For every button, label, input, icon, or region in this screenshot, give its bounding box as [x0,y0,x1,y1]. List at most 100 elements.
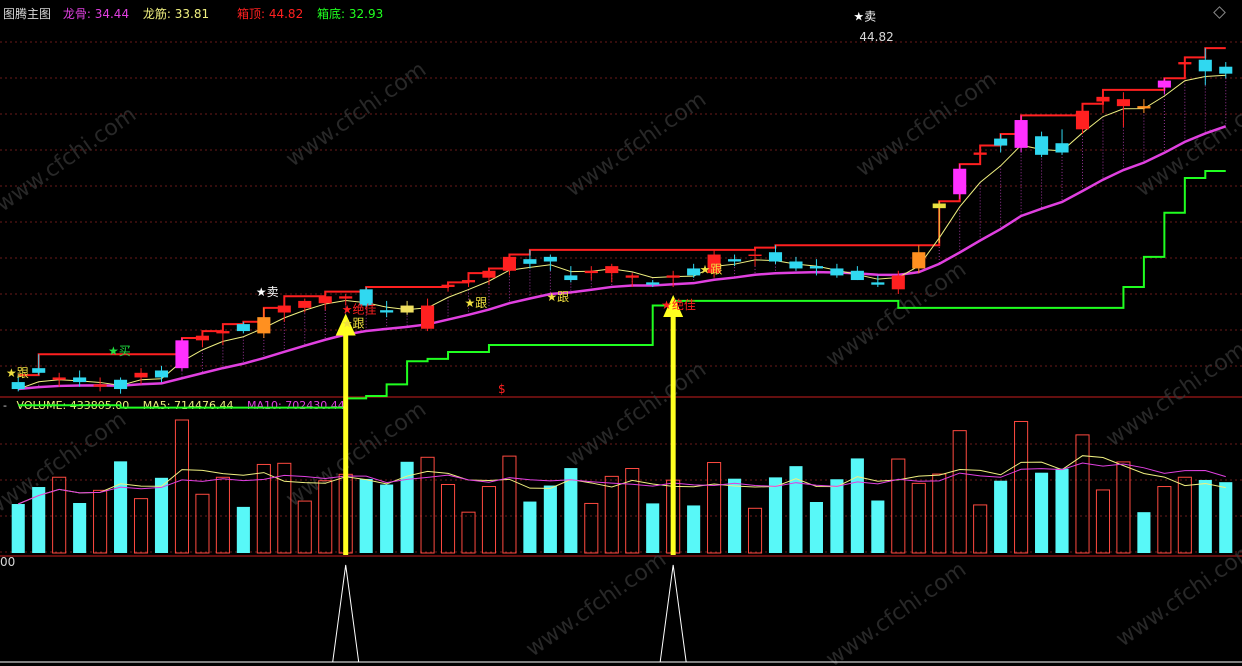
candle-body [32,368,46,373]
signal-label-gen: ★跟 [465,296,488,310]
volume-bar [359,478,373,553]
volume-bar [215,476,230,554]
volume-bar [174,419,190,554]
candle-body [380,310,394,313]
candle [482,268,496,285]
candle [195,331,209,348]
candle-body [687,268,701,276]
candle-body [318,296,332,304]
candle [1137,99,1151,114]
candle [1096,89,1110,114]
signal-spike [659,564,687,663]
volume-scale-label: 00 [0,555,15,569]
candle-body [421,305,435,329]
candle [400,300,414,315]
volume-bar [994,480,1008,553]
candle [298,298,312,313]
volume-bar [523,501,537,553]
candle-body [1198,59,1212,72]
signal-label-jue: ★绝佳 [661,297,696,312]
volume-bar [1177,476,1192,554]
volume-bar [440,483,456,554]
volume-bar [195,493,210,554]
candle [1178,57,1192,72]
signal-label-mai: ★买 [108,344,131,358]
candle [1014,115,1028,153]
candle-body [236,324,250,332]
volume-bar [891,458,906,554]
watermark-text: www.cfchi.com [282,57,431,172]
candle-body [216,331,230,334]
watermark-text: www.cfchi.com [1102,337,1242,452]
candle [154,365,169,383]
volume-bar [932,473,947,554]
candle [543,254,557,271]
candle [114,377,128,394]
watermark-text: www.cfchi.com [0,102,141,217]
candle [1035,131,1049,158]
candle [871,275,885,288]
volume-bar [461,511,476,554]
candle [523,249,537,269]
volume-bar [604,475,619,554]
volume-bar [1095,489,1111,554]
candle [1116,92,1130,127]
signal-label-top-price: 44.82 [859,30,893,44]
volume-bar [871,500,885,553]
volume-bar [850,458,864,553]
volume-bar [973,504,988,554]
candle-body [73,377,87,383]
candle-body [584,270,598,274]
candle-body [625,275,639,278]
candle-body [134,372,148,378]
candle [953,164,967,199]
watermark-text: www.cfchi.com [562,357,711,472]
volume-bar [1137,512,1151,553]
candle-body [298,300,312,308]
candle-body [461,280,476,283]
candle [257,307,271,339]
candle [789,256,803,271]
volume-bar [1198,479,1212,553]
candle-body [257,317,271,334]
candle-body [441,284,455,288]
volume-bar [584,502,599,554]
candle-body [400,305,414,313]
longjin-line [18,74,1226,390]
candle [134,368,148,385]
candle-body [871,282,885,285]
signal-label-jue: ★绝佳 [342,302,377,317]
candle-body [1014,120,1028,148]
candle-body [482,270,496,278]
volume-bar [1055,468,1069,553]
candle-body [1035,136,1049,155]
volume-bar [809,502,823,553]
candle [216,324,230,345]
candle-body [11,382,25,390]
volume-bar [952,430,967,554]
candle [421,298,435,332]
candle [1055,129,1069,155]
candle-body [1055,143,1069,153]
candle-body [114,379,128,390]
volume-bar [1035,472,1049,553]
candle-body [195,335,209,341]
volume-bar [768,477,783,553]
candle-body [666,275,680,278]
candle-body [748,254,762,257]
candle-body [154,370,169,378]
candle-body [728,259,742,262]
volume-bar [1075,434,1090,554]
candle-body [789,261,803,269]
volume-bar [1157,486,1172,554]
candle [175,338,189,371]
candle [441,282,455,292]
volume-bar [747,507,763,554]
volume-bar [789,466,803,553]
watermark-text: www.cfchi.com [1132,87,1242,202]
volume-bar [11,504,25,553]
volume-bar [1116,461,1131,554]
candle-body [1157,80,1171,88]
signal-label-gen: ★跟 [546,290,569,304]
box-top-line [18,47,1226,377]
